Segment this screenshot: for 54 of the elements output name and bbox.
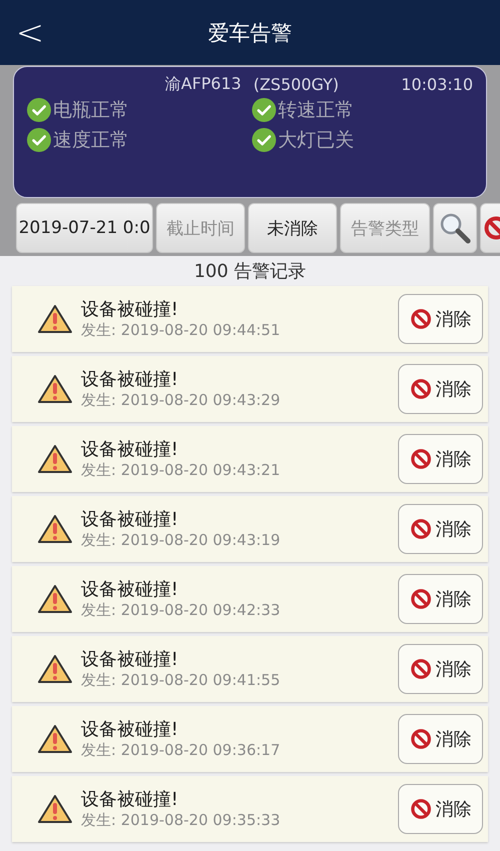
alarm-title: 设备被碰撞! xyxy=(81,718,180,740)
status-label: 电瓶正常 xyxy=(53,98,129,123)
dismiss-button[interactable]: 消除 xyxy=(398,434,483,484)
alarm-time: 发生: 2019-08-20 09:42:33 xyxy=(81,600,282,620)
status-label: 速度正常 xyxy=(53,128,129,153)
back-button[interactable]: < xyxy=(0,0,60,65)
alarm-title: 设备被碰撞! xyxy=(81,508,180,530)
prohibit-icon xyxy=(410,588,432,610)
prohibit-icon xyxy=(410,378,432,400)
prohibit-icon xyxy=(410,798,432,820)
alarm-title: 设备被碰撞! xyxy=(81,298,180,320)
page-title: 爱车告警 xyxy=(208,20,292,44)
dismiss-button[interactable]: 消除 xyxy=(398,574,483,624)
dismiss-button[interactable]: 消除 xyxy=(398,784,483,834)
alarm-time: 发生: 2019-08-20 09:43:29 xyxy=(81,390,282,410)
alarm-time: 发生: 2019-08-20 09:43:21 xyxy=(81,460,282,480)
alarm-title: 设备被碰撞! xyxy=(81,648,180,670)
alarm-time: 发生: 2019-08-20 09:44:51 xyxy=(81,320,282,340)
alarm-title: 设备被碰撞! xyxy=(81,578,180,600)
filter-button[interactable]: 2019-07-21 0:0 xyxy=(16,203,153,253)
plate-number: 渝AFP613 xyxy=(165,74,242,94)
prohibit-icon xyxy=(410,518,432,540)
prohibit-icon xyxy=(410,308,432,330)
search-icon xyxy=(438,211,472,245)
update-time: 10:03:10 xyxy=(401,74,473,94)
status-label: 转速正常 xyxy=(278,98,354,123)
dismiss-button[interactable]: 消除 xyxy=(398,504,483,554)
alarm-time: 发生: 2019-08-20 09:43:19 xyxy=(81,530,282,550)
warning-icon xyxy=(37,724,73,754)
warning-icon xyxy=(37,444,73,474)
prohibit-icon xyxy=(410,728,432,750)
search-button[interactable] xyxy=(433,203,477,253)
prohibit-icon xyxy=(410,658,432,680)
warning-icon xyxy=(37,514,73,544)
warning-icon xyxy=(37,374,73,404)
dismiss-button[interactable]: 消除 xyxy=(398,644,483,694)
record-count: 100 告警记录 xyxy=(194,260,306,283)
warning-icon xyxy=(37,654,73,684)
prohibit-icon xyxy=(410,448,432,470)
alarm-time: 发生: 2019-08-20 09:35:33 xyxy=(81,810,282,830)
alarm-time: 发生: 2019-08-20 09:41:55 xyxy=(81,670,282,690)
warning-icon xyxy=(37,584,73,614)
warning-icon xyxy=(37,794,73,824)
warning-icon xyxy=(37,304,73,334)
alarm-title: 设备被碰撞! xyxy=(81,788,180,810)
dismiss-button[interactable]: 消除 xyxy=(398,714,483,764)
alarm-title: 设备被碰撞! xyxy=(81,438,180,460)
device-code: (ZS500GY) xyxy=(253,74,339,94)
alarm-time: 发生: 2019-08-20 09:36:17 xyxy=(81,740,282,760)
dismiss-button[interactable]: 消除 xyxy=(398,364,483,414)
dismiss-button[interactable]: 消除 xyxy=(398,294,483,344)
alarm-title: 设备被碰撞! xyxy=(81,368,180,390)
filter-button[interactable]: 未消除 xyxy=(248,203,337,253)
status-label: 大灯已关 xyxy=(278,128,354,153)
